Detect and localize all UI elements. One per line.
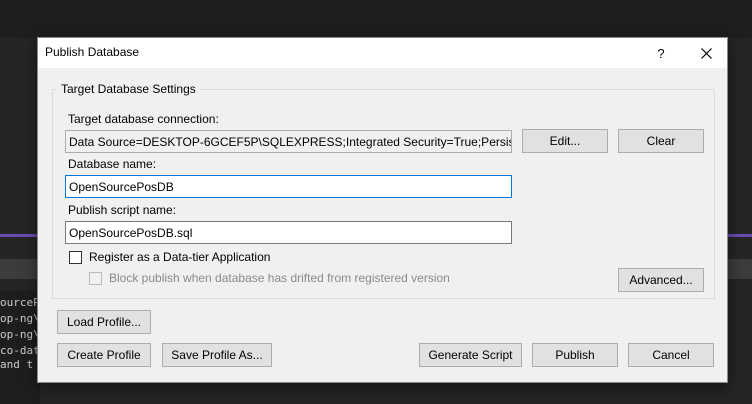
block-publish-checkbox[interactable] <box>89 272 102 285</box>
register-checkbox[interactable] <box>69 251 82 264</box>
ide-terminal-panel: ourceP op-ng\ op-ng\ co-dat and t <box>0 290 40 404</box>
database-name-label: Database name: <box>68 157 157 171</box>
cancel-button[interactable]: Cancel <box>628 343 714 367</box>
connection-field[interactable]: Data Source=DESKTOP-6GCEF5P\SQLEXPRESS;I… <box>65 130 512 153</box>
close-button[interactable] <box>691 40 721 66</box>
ide-editor-area <box>0 0 752 38</box>
terminal-line: op-ng\ <box>0 312 40 325</box>
close-x-icon <box>700 47 712 59</box>
question-mark-icon: ? <box>657 45 665 61</box>
edit-button[interactable]: Edit... <box>522 129 608 153</box>
publish-script-field[interactable]: OpenSourcePosDB.sql <box>65 221 512 244</box>
publish-script-label: Publish script name: <box>68 203 177 217</box>
terminal-line: ourceP <box>0 296 40 309</box>
database-name-field[interactable]: OpenSourcePosDB <box>65 175 512 198</box>
generate-script-button[interactable]: Generate Script <box>419 343 522 367</box>
publish-button[interactable]: Publish <box>532 343 618 367</box>
publish-database-dialog: Publish Database ? Target Database Setti… <box>37 37 728 383</box>
connection-label: Target database connection: <box>68 112 219 126</box>
group-title: Target Database Settings <box>57 82 200 96</box>
block-publish-label: Block publish when database has drifted … <box>109 271 450 285</box>
dialog-titlebar: Publish Database ? <box>38 38 727 68</box>
dialog-title: Publish Database <box>45 45 140 59</box>
terminal-line: and t <box>0 358 34 371</box>
create-profile-button[interactable]: Create Profile <box>57 343 151 367</box>
register-checkbox-label: Register as a Data-tier Application <box>89 250 271 264</box>
advanced-button[interactable]: Advanced... <box>618 268 704 292</box>
load-profile-button[interactable]: Load Profile... <box>57 310 151 334</box>
save-profile-button[interactable]: Save Profile As... <box>162 343 272 367</box>
help-button[interactable]: ? <box>646 40 676 66</box>
terminal-line: co-dat <box>0 344 40 357</box>
clear-button[interactable]: Clear <box>618 129 704 153</box>
terminal-line: op-ng\ <box>0 328 40 341</box>
